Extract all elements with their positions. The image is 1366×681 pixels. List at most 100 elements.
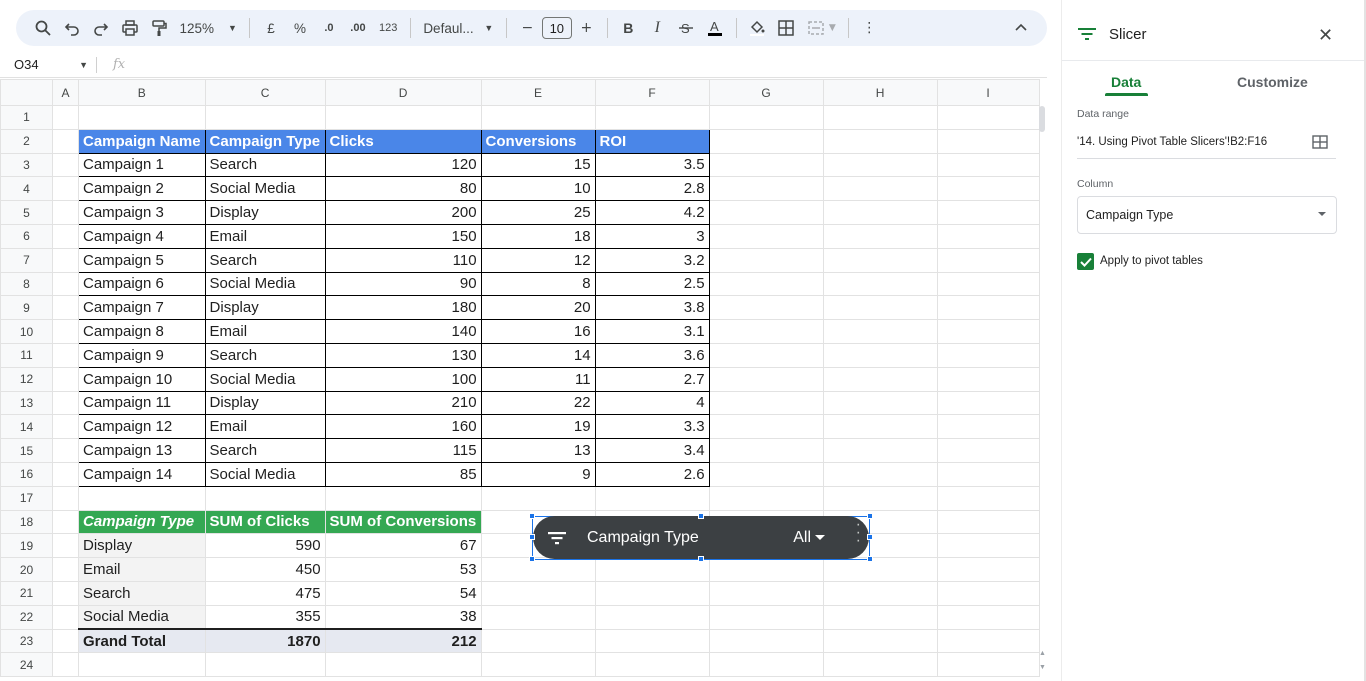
cell[interactable] (822, 485, 938, 511)
column-header[interactable]: F (594, 79, 710, 106)
cell[interactable] (52, 461, 79, 487)
row-header[interactable]: 20 (0, 557, 53, 582)
row-header[interactable]: 3 (0, 152, 53, 178)
table-cell[interactable]: 8 (480, 271, 596, 297)
table-cell[interactable]: Campaign 1 (78, 152, 206, 178)
table-cell[interactable]: Email (204, 319, 326, 344)
row-header[interactable]: 24 (0, 652, 53, 678)
pivot-cell[interactable]: 590 (204, 533, 326, 559)
table-cell[interactable]: Campaign 8 (78, 319, 206, 344)
table-cell[interactable]: 20 (480, 295, 596, 321)
row-header[interactable]: 12 (0, 366, 53, 392)
cell[interactable] (480, 105, 596, 130)
table-cell[interactable]: 3.3 (594, 414, 710, 440)
redo-button[interactable] (87, 14, 115, 42)
table-cell[interactable]: 3.6 (594, 342, 710, 368)
table-cell[interactable]: Search (204, 438, 326, 463)
pivot-header-cell[interactable]: Campaign Type (78, 509, 206, 535)
pivot-header-cell[interactable]: SUM of Conversions (324, 509, 482, 535)
table-cell[interactable]: 140 (324, 319, 482, 344)
collapse-toolbar-button[interactable] (1007, 14, 1035, 42)
cell[interactable] (822, 223, 938, 249)
table-cell[interactable]: Campaign 13 (78, 438, 206, 463)
row-header[interactable]: 19 (0, 533, 53, 559)
table-cell[interactable]: 16 (480, 319, 596, 344)
cell[interactable] (480, 485, 596, 511)
cell[interactable] (708, 295, 824, 321)
table-cell[interactable]: 100 (324, 366, 482, 392)
table-cell[interactable]: Campaign 4 (78, 223, 206, 249)
data-header-cell[interactable]: Clicks (324, 128, 482, 154)
table-cell[interactable]: 2.7 (594, 366, 710, 392)
cell[interactable] (936, 580, 1040, 606)
cell[interactable] (936, 271, 1040, 297)
row-header[interactable]: 13 (0, 390, 53, 416)
zoom-select[interactable]: 125% ▼ (174, 14, 243, 42)
table-cell[interactable]: Campaign 14 (78, 461, 206, 487)
row-header[interactable]: 14 (0, 414, 53, 440)
pivot-cell[interactable]: 38 (324, 604, 482, 630)
table-cell[interactable]: 10 (480, 176, 596, 202)
table-cell[interactable]: Display (204, 200, 326, 225)
row-header[interactable]: 21 (0, 580, 53, 606)
column-header[interactable]: D (324, 79, 482, 106)
cell[interactable] (52, 271, 79, 297)
font-size-input[interactable]: 10 (541, 17, 572, 39)
cell[interactable] (480, 580, 596, 606)
cell[interactable] (324, 652, 482, 678)
cell[interactable] (52, 200, 79, 225)
name-box[interactable]: O34 ▼ (0, 52, 92, 78)
table-cell[interactable]: 25 (480, 200, 596, 225)
cell[interactable] (822, 271, 938, 297)
cell[interactable] (594, 628, 710, 654)
row-header[interactable]: 11 (0, 342, 53, 368)
cell[interactable] (52, 533, 79, 559)
cell[interactable] (52, 628, 79, 654)
row-header[interactable]: 16 (0, 461, 53, 487)
table-cell[interactable]: Search (204, 152, 326, 178)
table-cell[interactable]: Search (204, 342, 326, 368)
italic-button[interactable]: I (643, 14, 671, 42)
cell[interactable] (936, 652, 1040, 678)
cell[interactable] (936, 366, 1040, 392)
cell[interactable] (52, 604, 79, 630)
table-cell[interactable]: 11 (480, 366, 596, 392)
row-header[interactable]: 2 (0, 128, 53, 154)
cell[interactable] (204, 652, 326, 678)
scrollbar-thumb[interactable] (1039, 106, 1045, 132)
scroll-down-icon[interactable]: ▼ (1039, 664, 1046, 671)
cell[interactable] (52, 390, 79, 416)
cell[interactable] (936, 533, 1040, 559)
table-cell[interactable]: Campaign 12 (78, 414, 206, 440)
cell[interactable] (822, 152, 938, 178)
resize-handle[interactable] (698, 513, 704, 519)
cell[interactable] (708, 390, 824, 416)
search-menus-button[interactable] (29, 14, 57, 42)
cell[interactable] (708, 414, 824, 440)
cell[interactable] (708, 461, 824, 487)
pivot-total-cell[interactable]: 1870 (204, 628, 326, 654)
cell[interactable] (936, 342, 1040, 368)
cell[interactable] (204, 105, 326, 130)
slicer-value-dropdown[interactable]: All (793, 529, 825, 547)
currency-format-button[interactable]: £ (257, 14, 285, 42)
cell[interactable] (594, 652, 710, 678)
more-formats-button[interactable]: 123 (373, 14, 403, 42)
table-cell[interactable]: 3.5 (594, 152, 710, 178)
cell[interactable] (936, 223, 1040, 249)
table-cell[interactable]: 3 (594, 223, 710, 249)
cell[interactable] (936, 628, 1040, 654)
cell[interactable] (822, 628, 938, 654)
data-header-cell[interactable]: ROI (594, 128, 710, 154)
cell[interactable] (822, 604, 938, 630)
cell[interactable] (936, 319, 1040, 344)
table-cell[interactable]: 80 (324, 176, 482, 202)
resize-handle[interactable] (867, 556, 873, 562)
cell[interactable] (594, 557, 710, 582)
cell[interactable] (822, 105, 938, 130)
resize-handle[interactable] (698, 556, 704, 562)
increase-font-size-button[interactable]: + (572, 14, 600, 42)
paint-format-button[interactable] (145, 14, 173, 42)
resize-handle[interactable] (867, 534, 873, 540)
table-cell[interactable]: Social Media (204, 271, 326, 297)
